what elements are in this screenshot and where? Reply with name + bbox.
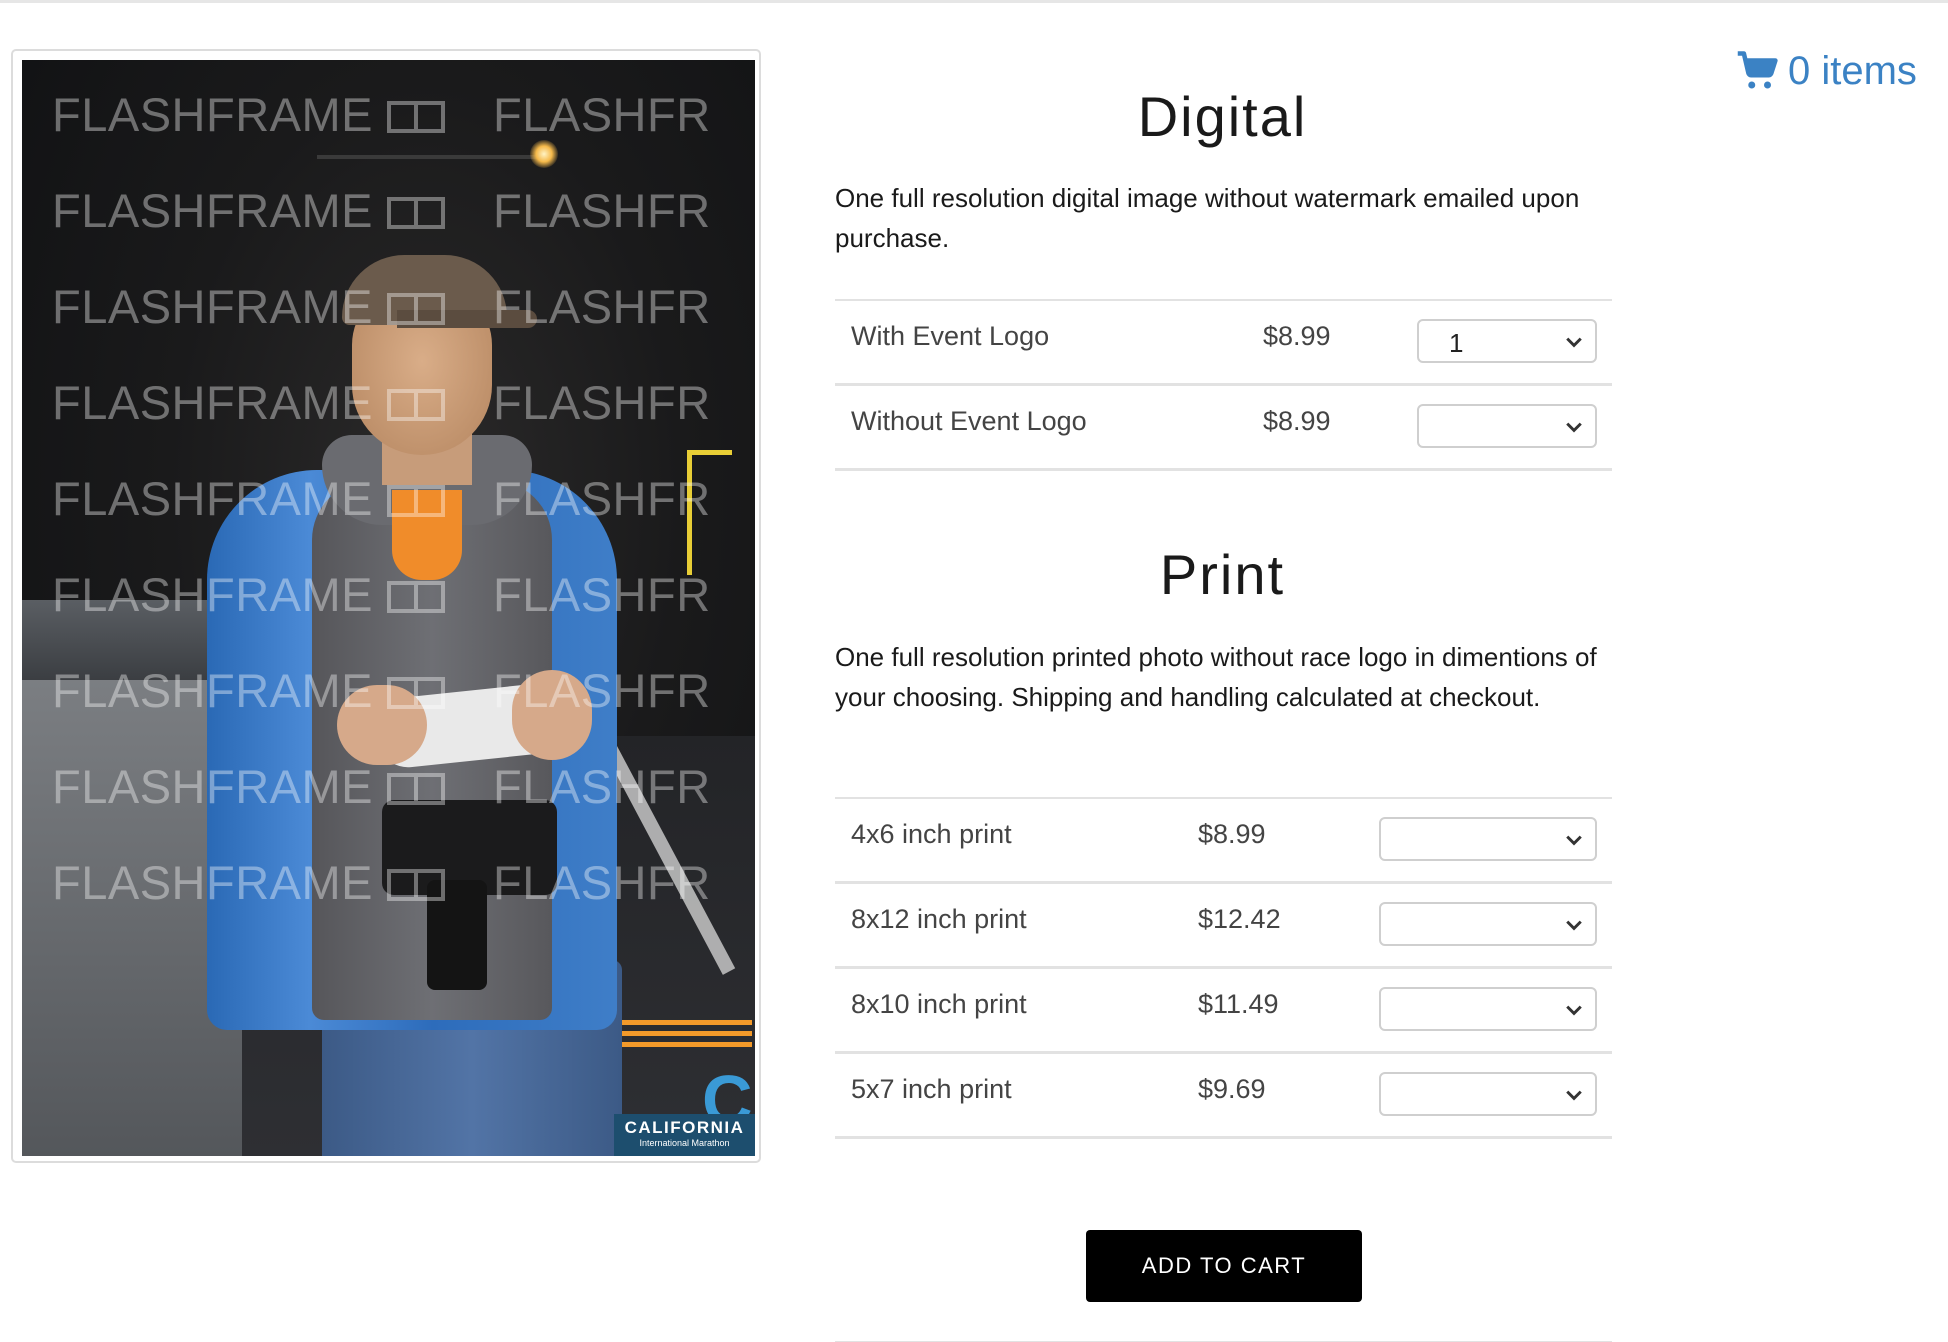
watermark-text: FLASHFRAME: [52, 568, 373, 621]
watermark-text: FLASHFR: [493, 472, 711, 525]
watermark-text: FLASHFRAME: [52, 664, 373, 717]
quantity-select[interactable]: [1379, 817, 1597, 861]
quantity-select[interactable]: [1379, 1072, 1597, 1116]
product-price: $11.49: [1198, 989, 1279, 1019]
watermark-text: FLASHFR: [493, 856, 711, 909]
chevron-down-icon: [1566, 1090, 1582, 1101]
table-row: 8x12 inch print $12.42: [835, 884, 1612, 969]
chevron-down-icon: [1566, 920, 1582, 931]
top-divider: [0, 0, 1948, 3]
print-options-table: 4x6 inch print $8.99 8x12 inch print $12…: [835, 797, 1612, 1139]
sponsor-logo: CALIFORNIA International Marathon: [614, 1114, 755, 1156]
print-description: One full resolution printed photo withou…: [835, 642, 1597, 712]
quantity-select[interactable]: 1: [1417, 319, 1597, 363]
product-price: $12.42: [1198, 904, 1281, 934]
chevron-down-icon: [1566, 835, 1582, 846]
product-name: 4x6 inch print: [851, 819, 1012, 849]
watermark-text: FLASHFRAME: [52, 184, 373, 237]
quantity-select[interactable]: [1417, 404, 1597, 448]
digital-heading: Digital: [1137, 85, 1308, 148]
digital-description: One full resolution digital image withou…: [835, 183, 1580, 253]
watermark-row: FLASHFRAME FLASHFR: [52, 471, 711, 526]
digital-options-table: With Event Logo $8.99 1 Without Event Lo…: [835, 299, 1612, 471]
watermark-logo-icon: [387, 293, 445, 325]
product-name: 5x7 inch print: [851, 1074, 1012, 1104]
product-name: Without Event Logo: [851, 406, 1087, 436]
watermark-text: FLASHFRAME: [52, 376, 373, 429]
watermark-text: FLASHFR: [493, 664, 711, 717]
watermark-logo-icon: [387, 197, 445, 229]
product-name: With Event Logo: [851, 321, 1050, 351]
photo-frame: CIM CALIFORNIA International Marathon FL…: [11, 49, 761, 1163]
watermark-logo-icon: [387, 389, 445, 421]
watermark-row: FLASHFRAME FLASHFR: [52, 855, 711, 910]
streetlight: [530, 140, 558, 168]
watermark-logo-icon: [387, 677, 445, 709]
product-price: $9.69: [1198, 1074, 1266, 1104]
product-price: $8.99: [1263, 406, 1331, 436]
watermark-text: FLASHFR: [493, 760, 711, 813]
table-row: With Event Logo $8.99 1: [835, 301, 1612, 386]
watermark-text: FLASHFRAME: [52, 472, 373, 525]
sponsor-logo-line1: CALIFORNIA: [624, 1118, 745, 1137]
product-name: 8x10 inch print: [851, 989, 1027, 1019]
print-heading: Print: [1159, 543, 1286, 606]
watermark-row: FLASHFRAME FLASHFR: [52, 567, 711, 622]
add-to-cart-button[interactable]: ADD TO CART: [1086, 1230, 1362, 1302]
watermark-text: FLASHFRAME: [52, 856, 373, 909]
watermark-text: FLASHFR: [493, 280, 711, 333]
watermark-row: FLASHFRAME FLASHFR: [52, 759, 711, 814]
watermark-text: FLASHFR: [493, 88, 711, 141]
watermark-row: FLASHFRAME FLASHFR: [52, 279, 711, 334]
watermark-row: FLASHFRAME FLASHFR: [52, 87, 711, 142]
cart-icon: [1737, 51, 1778, 89]
sponsor-logo-line2: International Marathon: [639, 1138, 730, 1148]
watermark-text: FLASHFRAME: [52, 88, 373, 141]
quantity-value: 1: [1449, 328, 1464, 358]
watermark-text: FLASHFR: [493, 184, 711, 237]
watermark-row: FLASHFRAME FLASHFR: [52, 375, 711, 430]
product-price: $8.99: [1263, 321, 1331, 351]
watermark-text: FLASHFRAME: [52, 280, 373, 333]
cart-count-label: 0 items: [1788, 48, 1917, 93]
table-row: 4x6 inch print $8.99: [835, 799, 1612, 884]
table-row: Without Event Logo $8.99: [835, 386, 1612, 471]
watermark-logo-icon: [387, 773, 445, 805]
quantity-select[interactable]: [1379, 902, 1597, 946]
watermark-text: FLASHFR: [493, 568, 711, 621]
table-row: 8x10 inch print $11.49: [835, 969, 1612, 1054]
sponsor-stripes: [622, 1020, 752, 1060]
event-photo[interactable]: CIM CALIFORNIA International Marathon FL…: [22, 60, 755, 1156]
watermark-row: FLASHFRAME FLASHFR: [52, 183, 711, 238]
watermark-logo-icon: [387, 485, 445, 517]
watermark-logo-icon: [387, 101, 445, 133]
chevron-down-icon: [1566, 1005, 1582, 1016]
quantity-select[interactable]: [1379, 987, 1597, 1031]
product-name: 8x12 inch print: [851, 904, 1027, 934]
watermark-logo-icon: [387, 869, 445, 901]
watermark-text: FLASHFRAME: [52, 760, 373, 813]
cart-link[interactable]: 0 items: [1736, 46, 1917, 96]
watermark-logo-icon: [387, 581, 445, 613]
watermark-row: FLASHFRAME FLASHFR: [52, 663, 711, 718]
table-row: 5x7 inch print $9.69: [835, 1054, 1612, 1139]
chevron-down-icon: [1566, 422, 1582, 433]
streetlight-pole: [317, 155, 537, 159]
watermark-text: FLASHFR: [493, 376, 711, 429]
product-price: $8.99: [1198, 819, 1266, 849]
chevron-down-icon: [1566, 337, 1582, 348]
